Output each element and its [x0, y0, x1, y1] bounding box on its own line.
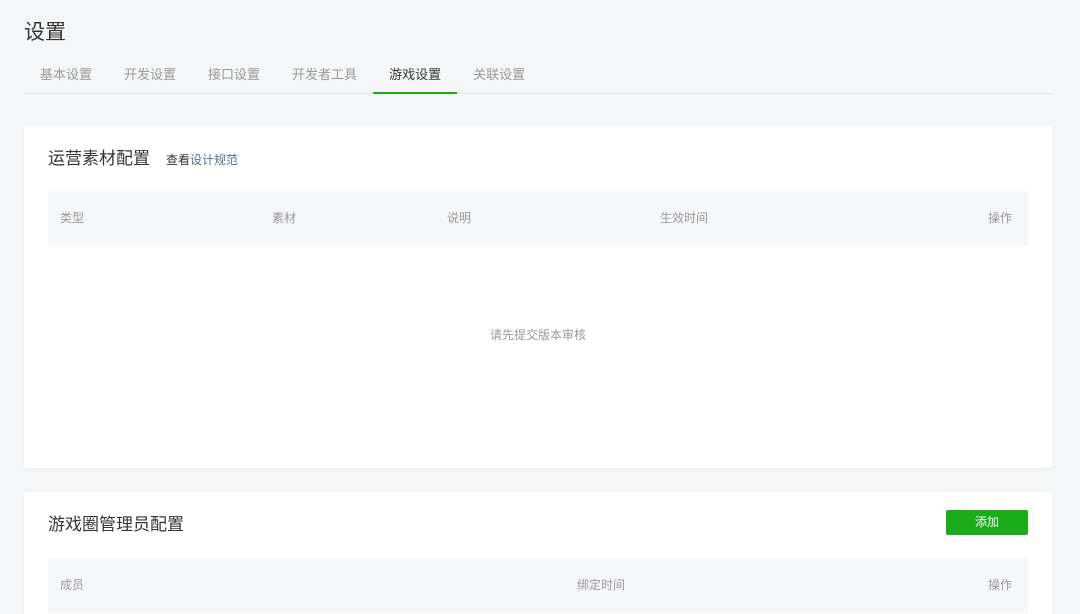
tab-devtools[interactable]: 开发者工具 [276, 60, 373, 94]
admin-table-header: 成员 绑定时间 操作 [48, 558, 1028, 613]
column-bind-time: 绑定时间 [577, 578, 626, 592]
material-config-card: 运营素材配置 查看 设计规范 类型 素材 说明 生效时间 操作 请先提交版本审核 [24, 126, 1052, 468]
column-member: 成员 [60, 578, 85, 592]
material-config-header: 运营素材配置 查看 设计规范 [48, 144, 238, 169]
add-admin-button[interactable]: 添加 [946, 510, 1028, 535]
tab-develop[interactable]: 开发设置 [108, 60, 192, 94]
material-config-hint: 查看 [166, 153, 191, 167]
material-table-header: 类型 素材 说明 生效时间 操作 [48, 191, 1028, 246]
column-effective-time: 生效时间 [660, 211, 709, 225]
tab-game[interactable]: 游戏设置 [373, 60, 458, 94]
tab-interface[interactable]: 接口设置 [192, 60, 276, 94]
material-config-title: 运营素材配置 [48, 149, 150, 169]
column-admin-action: 操作 [987, 578, 1012, 592]
column-action: 操作 [987, 211, 1012, 225]
settings-page: 设置 基本设置 开发设置 接口设置 开发者工具 游戏设置 关联设置 运营素材配置… [0, 0, 1080, 614]
column-material: 素材 [272, 211, 297, 225]
column-description: 说明 [447, 211, 472, 225]
design-spec-link[interactable]: 设计规范 [190, 151, 238, 168]
page-title: 设置 [24, 20, 66, 44]
tab-related[interactable]: 关联设置 [457, 60, 541, 94]
admin-config-header: 游戏圈管理员配置 [48, 510, 184, 535]
admin-config-title: 游戏圈管理员配置 [48, 515, 184, 535]
tab-basic[interactable]: 基本设置 [24, 60, 108, 94]
settings-tabs: 基本设置 开发设置 接口设置 开发者工具 游戏设置 关联设置 [24, 60, 1052, 94]
empty-state-text: 请先提交版本审核 [489, 328, 586, 342]
column-type: 类型 [60, 211, 85, 225]
admin-config-card: 游戏圈管理员配置 添加 成员 绑定时间 操作 [24, 492, 1052, 614]
